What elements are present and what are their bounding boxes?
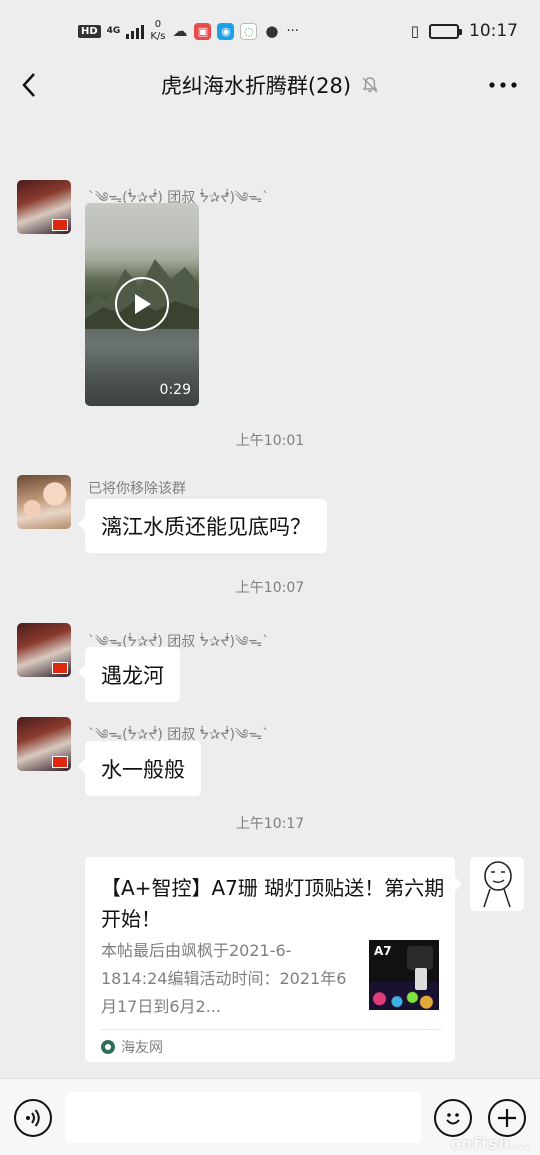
- video-message[interactable]: 0:29: [85, 203, 199, 406]
- divider: [101, 1029, 441, 1030]
- vibrate-icon: ▯: [410, 22, 419, 40]
- battery-icon: [429, 23, 462, 39]
- back-button[interactable]: [14, 70, 44, 100]
- sender-name: 已将你移除该群: [88, 481, 186, 497]
- source-logo-icon: [101, 1040, 115, 1054]
- timestamp: 上午10:17: [235, 816, 305, 832]
- input-bar: cnfish...: [0, 1078, 540, 1155]
- text-message[interactable]: 遇龙河: [78, 647, 180, 702]
- text-message[interactable]: 水一般般: [78, 741, 201, 796]
- phone-graphic: [415, 968, 427, 990]
- net-speed-value: 0: [154, 19, 162, 30]
- more-actions-button[interactable]: [488, 1099, 526, 1137]
- blue-app-icon: ◉: [217, 22, 235, 40]
- card-title: 【A+智控】A7珊 瑚灯顶贴送！第六期开始！: [101, 876, 445, 931]
- wechat-icon: ●: [265, 22, 279, 40]
- nav-title-wrap: 虎纠海水折腾群(28): [161, 70, 379, 100]
- thumb-label: A7: [374, 944, 392, 958]
- mute-bell-icon: [362, 77, 378, 93]
- avatar[interactable]: [17, 623, 71, 677]
- doodle-face-icon: [483, 861, 512, 908]
- more-dots-icon: [489, 82, 517, 88]
- video-duration: 0:29: [159, 382, 191, 398]
- chevron-left-icon: [22, 73, 35, 97]
- emoji-button[interactable]: [434, 1099, 472, 1137]
- timestamp: 上午10:07: [235, 580, 305, 596]
- clock: 10:17: [469, 21, 518, 41]
- avatar[interactable]: [17, 475, 71, 529]
- self-avatar[interactable]: [470, 857, 524, 911]
- card-source: 海友网: [101, 1037, 163, 1057]
- signal-icon: [126, 23, 145, 39]
- network-label: 4G: [106, 26, 121, 36]
- voice-icon: [26, 1109, 40, 1127]
- message-input[interactable]: [65, 1092, 421, 1143]
- timestamp: 上午10:01: [235, 433, 305, 449]
- status-bar: HD 4G 0 K/s ☁ ▣ ◉ ◌ ● ··· ▯ 10:17: [0, 0, 540, 62]
- play-icon: [135, 294, 151, 314]
- page-title: 虎纠海水折腾群(28): [160, 74, 352, 98]
- voice-button[interactable]: [14, 1099, 52, 1137]
- source-name: 海友网: [121, 1040, 163, 1056]
- card-description: 本帖最后由飒枫于2021-6-1814:24编辑活动时间：2021年6月17日到…: [101, 941, 347, 1016]
- more-button[interactable]: [488, 72, 518, 98]
- text-message[interactable]: 漓江水质还能见底吗？: [78, 499, 327, 553]
- weather-icon: ☁: [172, 22, 188, 40]
- play-button[interactable]: [115, 277, 169, 331]
- avatar[interactable]: [17, 180, 71, 234]
- coral-light-graphic: [407, 946, 433, 970]
- nav-bar: 虎纠海水折腾群(28): [0, 62, 540, 108]
- smiley-icon: [446, 1113, 460, 1125]
- watermark: cnfish...: [450, 1134, 532, 1153]
- status-left: HD 4G 0 K/s ☁ ▣ ◉ ◌ ● ···: [78, 19, 299, 43]
- link-card-message[interactable]: 【A+智控】A7珊 瑚灯顶贴送！第六期开始！ 本帖最后由飒枫于2021-6-18…: [85, 857, 462, 1062]
- avatar[interactable]: [17, 717, 71, 771]
- more-notifications-icon: ···: [286, 23, 299, 39]
- hd-badge: HD: [78, 24, 101, 38]
- card-thumbnail: A7: [369, 940, 439, 1010]
- red-app-icon: ▣: [194, 22, 212, 40]
- status-right: ▯ 10:17: [411, 21, 518, 41]
- coral-graphic: [369, 982, 439, 1010]
- net-speed: 0 K/s: [150, 19, 165, 43]
- plus-icon: [498, 1109, 516, 1127]
- green-app-icon: ◌: [240, 22, 258, 40]
- net-speed-unit: K/s: [150, 31, 166, 42]
